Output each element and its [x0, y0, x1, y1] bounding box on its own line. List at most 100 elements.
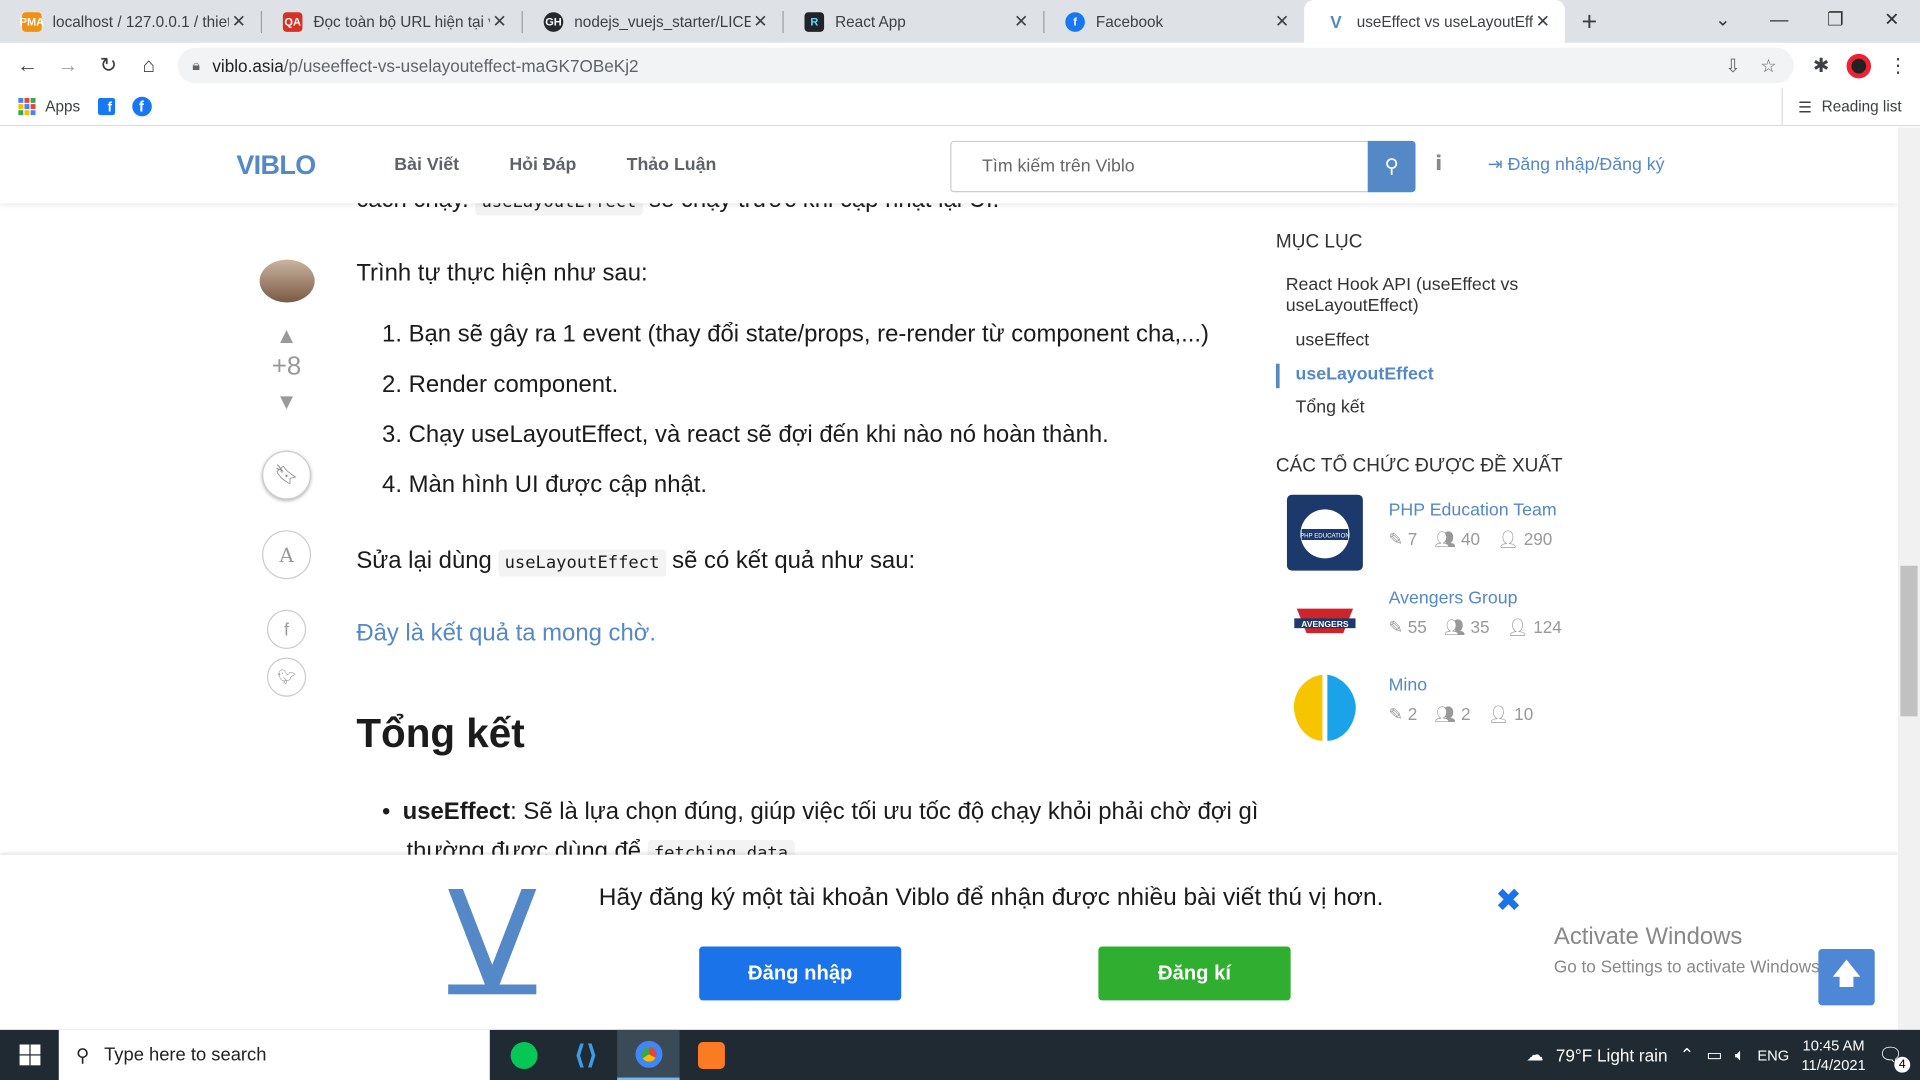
share-twitter-button[interactable]: 🐦︎: [266, 657, 307, 697]
viblo-icon: V: [1330, 11, 1342, 32]
taskbar-app-vscode[interactable]: ⟨⟩: [555, 1030, 617, 1080]
back-icon[interactable]: ←: [7, 45, 47, 85]
browser-tab[interactable]: f Facebook ✕: [1043, 0, 1304, 43]
author-avatar[interactable]: [259, 259, 315, 303]
browser-toolbar: ← → ↻ ⌂ 🔒︎ viblo.asia/p/useeffect-vs-use…: [0, 42, 1920, 89]
org-name[interactable]: Mino: [1389, 676, 1427, 696]
chevron-up-icon[interactable]: ⌃: [1680, 1044, 1694, 1065]
apps-grid-icon: [18, 97, 36, 116]
followers-icon: 👤︎ 10: [1487, 704, 1534, 724]
back-to-top-button[interactable]: 🡅: [1818, 948, 1875, 1006]
members-icon: 👥︎ 40: [1434, 528, 1481, 549]
result-link[interactable]: Đây là kết quả ta mong chờ.: [356, 617, 1238, 650]
browser-tab[interactable]: PMA localhost / 127.0.0.1 / thietb ✕: [0, 0, 261, 43]
list-item: 3. Chạy useLayoutEffect, và react sẽ đợi…: [382, 421, 1109, 449]
close-icon[interactable]: ✕: [1272, 11, 1292, 32]
close-icon[interactable]: ✕: [751, 11, 771, 32]
list-item: 2. Render component.: [382, 371, 619, 398]
start-button[interactable]: [0, 1030, 59, 1080]
org-card[interactable]: PHP EDUCATION PHP Education Team ✎ 7 👥︎ 4…: [1286, 494, 1654, 571]
followers-icon: 👤︎ 290: [1497, 528, 1553, 549]
toc-heading: MỤC LỤC: [1276, 231, 1634, 253]
org-card[interactable]: AVENGERS Avengers Group ✎ 55 👥︎ 35 👤︎ 124: [1286, 582, 1654, 659]
reload-icon[interactable]: ↻: [88, 45, 128, 85]
new-tab-button[interactable]: +: [1565, 0, 1614, 43]
weather-text[interactable]: 79°F Light rain: [1556, 1045, 1668, 1065]
menu-icon[interactable]: ⋮: [1888, 53, 1908, 77]
toc-item-tongket[interactable]: Tổng kết: [1296, 398, 1365, 418]
extensions-icon[interactable]: ✱: [1813, 53, 1829, 77]
language-indicator[interactable]: ENG: [1757, 1046, 1789, 1063]
svg-text:PHP EDUCATION: PHP EDUCATION: [1300, 533, 1350, 540]
taskbar-search[interactable]: ⚲ Type here to search: [58, 1029, 490, 1080]
close-icon[interactable]: ✕: [229, 11, 249, 32]
tab-search-icon[interactable]: ⌄: [1695, 0, 1751, 39]
toc-item-l1[interactable]: React Hook API (useEffect vs useLayoutEf…: [1286, 276, 1555, 318]
banner-login-button[interactable]: Đăng nhập: [699, 946, 902, 1001]
maximize-icon[interactable]: ❐: [1807, 0, 1863, 39]
toc-active-marker: [1275, 363, 1280, 389]
section-heading: Tổng kết: [356, 710, 525, 756]
sign-in-icon: ⇥: [1487, 155, 1503, 176]
network-icon[interactable]: ▭: [1706, 1044, 1722, 1065]
browser-tab-active[interactable]: V useEffect vs useLayoutEffec ✕: [1304, 0, 1565, 43]
notifications-icon[interactable]: 🗨︎ 4: [1878, 1043, 1911, 1073]
bookmark-label: Apps: [45, 97, 81, 116]
followers-icon: 👤︎ 124: [1506, 617, 1562, 637]
browser-tab[interactable]: QA Đọc toàn bộ URL hiện tại vớ ✕: [260, 0, 522, 43]
bookmark-facebook-square[interactable]: f: [97, 97, 115, 116]
clock[interactable]: 10:45 AM 11/4/2021: [1801, 1035, 1865, 1074]
org-name[interactable]: Avengers Group: [1389, 589, 1518, 609]
org-card[interactable]: Mino ✎ 2 👥︎ 2 👤︎ 10: [1286, 669, 1654, 746]
org-logo: AVENGERS: [1286, 582, 1363, 659]
minimize-icon[interactable]: —: [1751, 0, 1807, 39]
org-name[interactable]: PHP Education Team: [1389, 501, 1557, 521]
install-icon[interactable]: ⇩: [1725, 55, 1740, 77]
close-icon[interactable]: ✖: [1495, 882, 1522, 920]
bookmark-button[interactable]: 🔖︎: [262, 450, 312, 500]
nav-posts[interactable]: Bài Viết: [394, 156, 459, 176]
address-bar[interactable]: 🔒︎ viblo.asia/p/useeffect-vs-uselayoutef…: [177, 47, 1794, 84]
arrow-up-icon: 🡅: [1831, 956, 1862, 991]
members-icon: 👥︎ 2: [1434, 704, 1471, 724]
share-facebook-button[interactable]: f: [266, 609, 307, 649]
toc-item-useeffect[interactable]: useEffect: [1296, 331, 1370, 351]
bookmark-apps[interactable]: Apps: [18, 97, 81, 116]
close-icon[interactable]: ✕: [1011, 11, 1031, 32]
toc-item-uselayouteffect[interactable]: useLayoutEffect: [1296, 365, 1434, 385]
upvote-icon[interactable]: ▲: [272, 323, 301, 349]
site-search-input[interactable]: Tìm kiếm trên Viblo: [950, 140, 1369, 193]
volume-icon[interactable]: 🔈︎: [1735, 1044, 1745, 1065]
banner-register-button[interactable]: Đăng kí: [1098, 946, 1291, 1001]
close-icon[interactable]: ✕: [490, 11, 510, 32]
bookmark-star-icon[interactable]: ☆: [1760, 55, 1776, 77]
forward-icon[interactable]: →: [48, 45, 88, 85]
site-nav: Bài Viết Hỏi Đáp Thảo Luận: [394, 156, 716, 176]
home-icon[interactable]: ⌂: [129, 45, 169, 85]
font-size-button[interactable]: A: [262, 530, 312, 580]
page-scrollbar[interactable]: [1897, 127, 1920, 1030]
browser-tab[interactable]: R React App ✕: [782, 0, 1043, 43]
scrollbar-thumb[interactable]: [1900, 565, 1918, 717]
bookmark-facebook[interactable]: f: [131, 96, 152, 117]
url-path: /p/useeffect-vs-uselayouteffect-maGK7OBe…: [283, 55, 639, 76]
viblo-logo[interactable]: VIBLO: [236, 149, 316, 181]
login-link[interactable]: ⇥ Đăng nhập/Đăng ký: [1488, 156, 1665, 176]
taskbar-app-xampp[interactable]: [680, 1030, 742, 1080]
nav-questions[interactable]: Hỏi Đáp: [509, 156, 576, 176]
profile-avatar[interactable]: [1846, 53, 1872, 78]
close-icon[interactable]: ✕: [1533, 11, 1553, 32]
tab-title: Đọc toàn bộ URL hiện tại vớ: [313, 12, 490, 31]
chrome-icon: [634, 1040, 662, 1068]
close-window-icon[interactable]: ✕: [1864, 0, 1920, 39]
org-logo: PHP EDUCATION: [1286, 494, 1363, 571]
downvote-icon[interactable]: ▼: [272, 389, 301, 415]
search-button[interactable]: ⚲: [1367, 140, 1416, 193]
nav-discussions[interactable]: Thảo Luận: [627, 156, 717, 176]
facebook-icon: f: [1065, 11, 1085, 32]
reading-list[interactable]: ☰ Reading list: [1782, 88, 1902, 125]
taskbar-app-chrome[interactable]: [617, 1029, 680, 1080]
browser-tab[interactable]: GH nodejs_vuejs_starter/LICENS ✕: [521, 0, 783, 43]
taskbar-app-line[interactable]: [492, 1030, 554, 1080]
info-icon[interactable]: ⅰ: [1435, 152, 1442, 176]
